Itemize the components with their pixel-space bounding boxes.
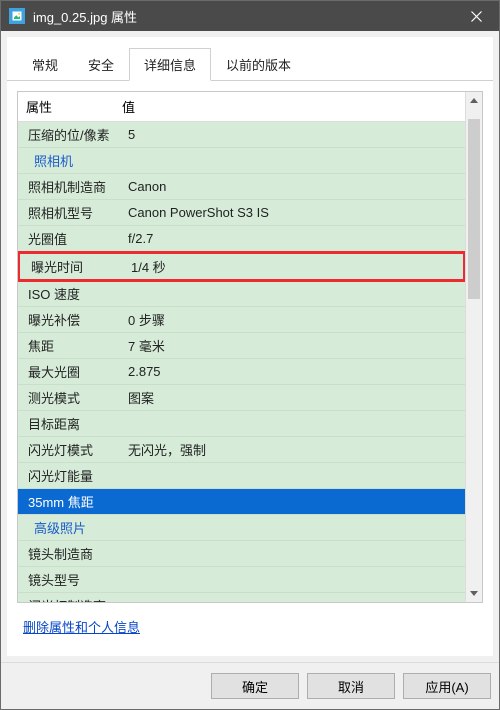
- section-advanced-photo: 高级照片: [18, 515, 465, 541]
- row-max-aperture[interactable]: 最大光圈 2.875: [18, 359, 465, 385]
- cancel-button[interactable]: 取消: [307, 673, 395, 699]
- column-value[interactable]: 值: [114, 92, 465, 121]
- prop-label: 曝光时间: [31, 257, 131, 276]
- prop-value: 7 毫米: [128, 336, 465, 355]
- properties-window: img_0.25.jpg 属性 常规 安全 详细信息 以前的版本 属性 值 压缩…: [0, 0, 500, 710]
- row-iso[interactable]: ISO 速度: [18, 281, 465, 307]
- prop-value: 1/4 秒: [131, 257, 463, 276]
- dialog-buttons: 确定 取消 应用(A): [1, 662, 499, 709]
- row-exposure-bias[interactable]: 曝光补偿 0 步骤: [18, 307, 465, 333]
- prop-value: Canon: [128, 179, 465, 194]
- row-exposure-time[interactable]: 曝光时间 1/4 秒: [18, 251, 465, 282]
- row-metering[interactable]: 测光模式 图案: [18, 385, 465, 411]
- window-title: img_0.25.jpg 属性: [33, 7, 453, 26]
- titlebar: img_0.25.jpg 属性: [1, 1, 499, 31]
- vertical-scrollbar[interactable]: [465, 92, 482, 602]
- close-button[interactable]: [453, 1, 499, 31]
- tab-general[interactable]: 常规: [17, 48, 73, 81]
- remove-properties-row: 删除属性和个人信息: [17, 603, 483, 646]
- scroll-thumb[interactable]: [468, 119, 480, 299]
- prop-value: f/2.7: [128, 231, 465, 246]
- remove-properties-link[interactable]: 删除属性和个人信息: [23, 620, 140, 635]
- prop-value: 图案: [128, 388, 465, 407]
- prop-label: 压缩的位/像素: [28, 125, 128, 144]
- prop-label: 最大光圈: [28, 362, 128, 381]
- grid-body: 压缩的位/像素 5 照相机 照相机制造商 Canon 照相机型号 Canon P…: [18, 122, 465, 602]
- row-flash-maker[interactable]: 闪光灯制造商: [18, 593, 465, 602]
- prop-label: 目标距离: [28, 414, 128, 433]
- prop-label: 35mm 焦距: [28, 492, 128, 511]
- prop-label: 曝光补偿: [28, 310, 128, 329]
- section-label: 照相机: [28, 151, 128, 170]
- row-focal-length[interactable]: 焦距 7 毫米: [18, 333, 465, 359]
- prop-label: 焦距: [28, 336, 128, 355]
- tab-previous-versions[interactable]: 以前的版本: [211, 48, 306, 81]
- section-camera: 照相机: [18, 148, 465, 174]
- row-subject-distance[interactable]: 目标距离: [18, 411, 465, 437]
- prop-value: 5: [128, 127, 465, 142]
- row-lens-model[interactable]: 镜头型号: [18, 567, 465, 593]
- row-camera-model[interactable]: 照相机型号 Canon PowerShot S3 IS: [18, 200, 465, 226]
- tab-security[interactable]: 安全: [73, 48, 129, 81]
- prop-label: 照相机型号: [28, 203, 128, 222]
- prop-value: Canon PowerShot S3 IS: [128, 205, 465, 220]
- ok-button[interactable]: 确定: [211, 673, 299, 699]
- prop-value: 0 步骤: [128, 310, 465, 329]
- prop-label: 闪光灯制造商: [28, 596, 128, 602]
- row-compressed-bits[interactable]: 压缩的位/像素 5: [18, 122, 465, 148]
- file-icon: [9, 8, 25, 24]
- scroll-down-arrow[interactable]: [466, 585, 482, 602]
- scroll-track[interactable]: [466, 109, 482, 585]
- prop-label: 镜头制造商: [28, 544, 128, 563]
- prop-label: 闪光灯模式: [28, 440, 128, 459]
- grid-header: 属性 值: [18, 92, 465, 122]
- property-grid: 属性 值 压缩的位/像素 5 照相机 照相机制造商 Canon: [17, 91, 483, 603]
- prop-label: 照相机制造商: [28, 177, 128, 196]
- prop-label: 测光模式: [28, 388, 128, 407]
- row-35mm-focal[interactable]: 35mm 焦距: [18, 489, 465, 515]
- prop-value: 2.875: [128, 364, 465, 379]
- prop-label: 光圈值: [28, 229, 128, 248]
- apply-button[interactable]: 应用(A): [403, 673, 491, 699]
- prop-value: 无闪光，强制: [128, 440, 465, 459]
- row-flash-energy[interactable]: 闪光灯能量: [18, 463, 465, 489]
- row-flash-mode[interactable]: 闪光灯模式 无闪光，强制: [18, 437, 465, 463]
- column-property[interactable]: 属性: [18, 92, 114, 121]
- tab-strip: 常规 安全 详细信息 以前的版本: [7, 37, 493, 81]
- row-fnumber[interactable]: 光圈值 f/2.7: [18, 226, 465, 252]
- scroll-up-arrow[interactable]: [466, 92, 482, 109]
- prop-label: ISO 速度: [28, 284, 128, 303]
- row-camera-maker[interactable]: 照相机制造商 Canon: [18, 174, 465, 200]
- prop-label: 闪光灯能量: [28, 466, 128, 485]
- tab-content: 属性 值 压缩的位/像素 5 照相机 照相机制造商 Canon: [7, 81, 493, 656]
- section-label: 高级照片: [28, 518, 128, 537]
- tab-details[interactable]: 详细信息: [129, 48, 211, 81]
- row-lens-maker[interactable]: 镜头制造商: [18, 541, 465, 567]
- prop-label: 镜头型号: [28, 570, 128, 589]
